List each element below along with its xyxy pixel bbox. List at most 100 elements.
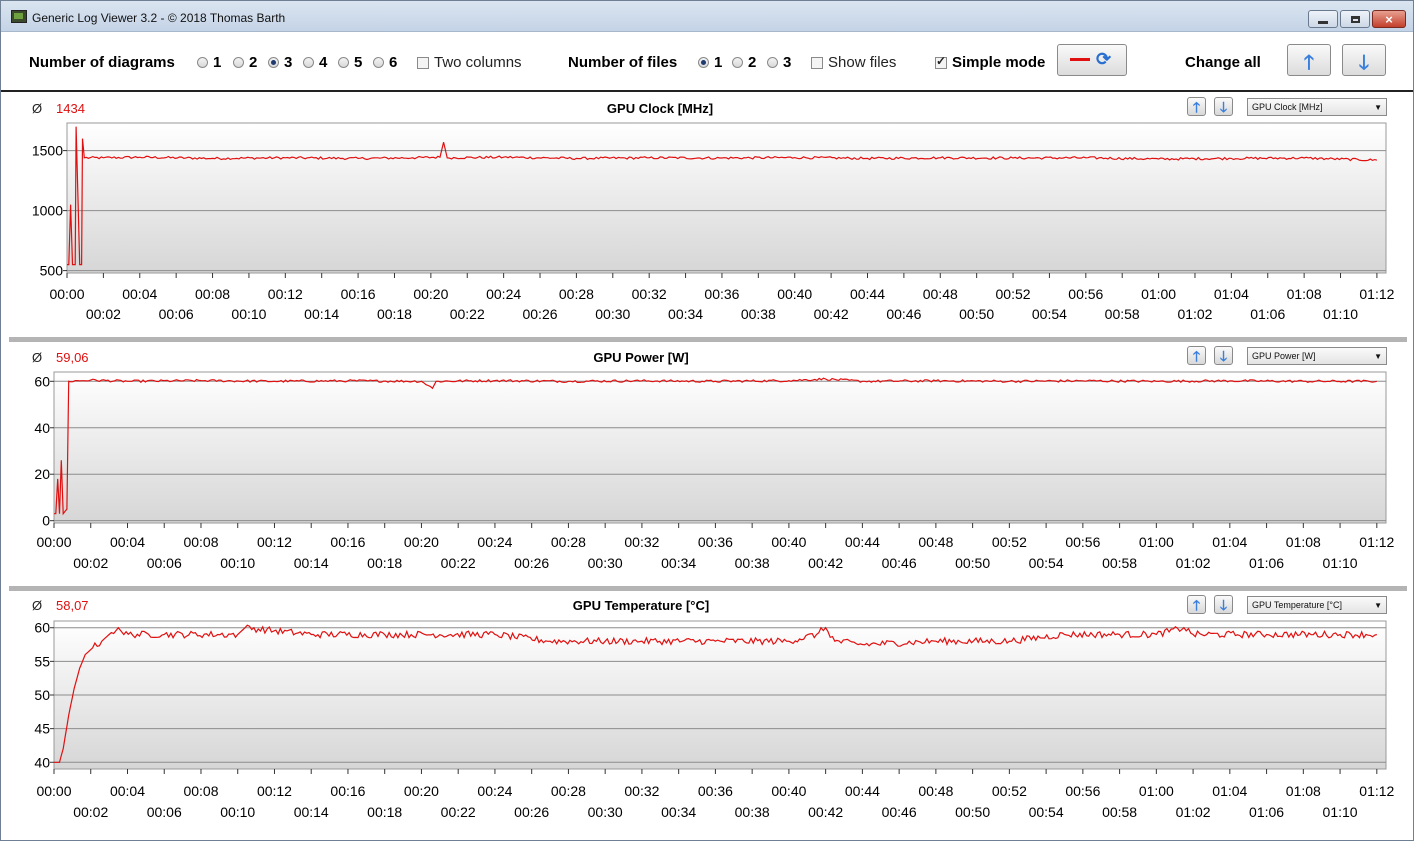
x-tick-label: 00:06 <box>147 804 182 820</box>
x-tick-label: 00:14 <box>304 306 339 322</box>
x-tick-label: 01:06 <box>1249 804 1284 820</box>
x-tick-label: 00:44 <box>850 286 885 302</box>
x-tick-label: 00:46 <box>882 555 917 571</box>
x-tick-label: 00:20 <box>404 783 439 799</box>
x-tick-label: 00:46 <box>882 804 917 820</box>
x-tick-label: 01:02 <box>1176 555 1211 571</box>
x-tick-label: 00:38 <box>741 306 776 322</box>
x-tick-label: 00:28 <box>551 783 586 799</box>
file-radio-2[interactable]: 2 <box>732 54 756 71</box>
x-tick-label: 00:20 <box>413 286 448 302</box>
plot-area <box>53 371 1387 524</box>
x-tick-label: 00:58 <box>1102 804 1137 820</box>
x-tick-label: 00:38 <box>735 804 770 820</box>
move-all-down-button[interactable]: 🡓 <box>1342 44 1386 76</box>
x-tick-label: 01:12 <box>1359 286 1394 302</box>
x-tick-label: 00:20 <box>404 534 439 550</box>
x-tick-label: 00:54 <box>1029 555 1064 571</box>
x-tick-label: 00:48 <box>918 534 953 550</box>
close-button[interactable]: × <box>1372 10 1406 28</box>
x-tick-label: 01:02 <box>1177 306 1212 322</box>
chart-panel-gpu-power: Ø 59,06 GPU Power [W] 🡑 🡓 GPU Power [W] ▼… <box>9 342 1407 586</box>
x-tick-label: 00:40 <box>777 286 812 302</box>
x-tick-label: 00:58 <box>1102 555 1137 571</box>
x-tick-label: 00:22 <box>441 804 476 820</box>
show-files-checkbox[interactable]: Show files <box>811 54 896 71</box>
x-tick-label: 00:26 <box>514 804 549 820</box>
x-tick-label: 00:16 <box>330 783 365 799</box>
two-columns-checkbox[interactable]: Two columns <box>417 54 522 71</box>
x-tick-label: 00:52 <box>992 534 1027 550</box>
x-tick-label: 00:08 <box>183 534 218 550</box>
plot-area <box>66 122 1387 274</box>
title-bar[interactable]: Generic Log Viewer 3.2 - © 2018 Thomas B… <box>1 1 1413 32</box>
x-tick-label: 01:08 <box>1286 534 1321 550</box>
x-tick-label: 00:48 <box>918 783 953 799</box>
y-tick-label: 50 <box>34 687 50 703</box>
x-tick-label: 00:50 <box>955 555 990 571</box>
x-tick-label: 01:12 <box>1359 534 1394 550</box>
diagram-radio-3[interactable]: 3 <box>268 54 292 71</box>
x-tick-label: 00:24 <box>477 534 512 550</box>
x-tick-label: 00:30 <box>595 306 630 322</box>
x-tick-label: 00:22 <box>450 306 485 322</box>
x-tick-label: 00:34 <box>661 804 696 820</box>
diagram-radio-6[interactable]: 6 <box>373 54 397 71</box>
minimize-icon <box>1318 20 1328 24</box>
simple-mode-checkbox[interactable]: Simple mode <box>935 54 1045 71</box>
x-tick-label: 00:00 <box>49 286 84 302</box>
maximize-button[interactable] <box>1340 10 1370 28</box>
x-tick-label: 00:10 <box>220 555 255 571</box>
x-tick-label: 00:48 <box>923 286 958 302</box>
x-tick-label: 00:52 <box>996 286 1031 302</box>
x-tick-label: 00:28 <box>559 286 594 302</box>
x-tick-label: 01:10 <box>1323 555 1358 571</box>
x-tick-label: 00:04 <box>110 783 145 799</box>
app-window: Generic Log Viewer 3.2 - © 2018 Thomas B… <box>0 0 1414 841</box>
x-tick-label: 00:12 <box>257 534 292 550</box>
arrow-down-icon: 🡓 <box>1358 52 1370 74</box>
x-tick-label: 00:52 <box>992 783 1027 799</box>
x-tick-label: 00:44 <box>845 783 880 799</box>
x-tick-label: 00:16 <box>341 286 376 302</box>
diagram-radio-4[interactable]: 4 <box>303 54 327 71</box>
x-tick-label: 01:08 <box>1286 783 1321 799</box>
toolbar: Number of diagrams 1 2 3 4 5 6 Two colum… <box>1 32 1413 92</box>
diagram-radio-5[interactable]: 5 <box>338 54 362 71</box>
move-all-up-button[interactable]: 🡑 <box>1287 44 1331 76</box>
x-tick-label: 00:16 <box>330 534 365 550</box>
x-tick-label: 00:56 <box>1068 286 1103 302</box>
x-tick-label: 00:10 <box>220 804 255 820</box>
x-tick-label: 00:38 <box>735 555 770 571</box>
window-title: Generic Log Viewer 3.2 - © 2018 Thomas B… <box>32 11 286 25</box>
x-tick-label: 00:30 <box>588 555 623 571</box>
diagram-radio-1[interactable]: 1 <box>197 54 221 71</box>
x-tick-label: 00:02 <box>73 804 108 820</box>
x-tick-label: 00:42 <box>808 555 843 571</box>
x-tick-label: 00:06 <box>147 555 182 571</box>
app-icon <box>11 10 27 23</box>
file-radio-3[interactable]: 3 <box>767 54 791 71</box>
x-tick-label: 00:06 <box>159 306 194 322</box>
files-label: Number of files <box>568 54 678 71</box>
line-color-button[interactable]: ⟳ <box>1057 44 1127 76</box>
x-tick-label: 01:00 <box>1139 783 1174 799</box>
x-tick-label: 01:06 <box>1250 306 1285 322</box>
x-tick-label: 00:02 <box>73 555 108 571</box>
x-tick-label: 00:40 <box>771 783 806 799</box>
x-tick-label: 00:24 <box>477 783 512 799</box>
file-radio-1[interactable]: 1 <box>698 54 722 71</box>
minimize-button[interactable] <box>1308 10 1338 28</box>
x-tick-label: 01:06 <box>1249 555 1284 571</box>
diagram-radio-2[interactable]: 2 <box>233 54 257 71</box>
y-tick-label: 1500 <box>32 143 63 159</box>
x-tick-label: 00:04 <box>122 286 157 302</box>
chart-svg: 40 45 50 55 60 00:00 00:04 00:08 00:12 00:16 00:20… <box>34 620 1394 820</box>
x-tick-label: 00:56 <box>1065 534 1100 550</box>
x-tick-label: 00:58 <box>1105 306 1140 322</box>
y-tick-label: 60 <box>34 620 50 636</box>
x-tick-label: 00:12 <box>257 783 292 799</box>
x-tick-label: 00:50 <box>955 804 990 820</box>
x-tick-label: 01:04 <box>1212 783 1247 799</box>
x-tick-label: 00:46 <box>886 306 921 322</box>
